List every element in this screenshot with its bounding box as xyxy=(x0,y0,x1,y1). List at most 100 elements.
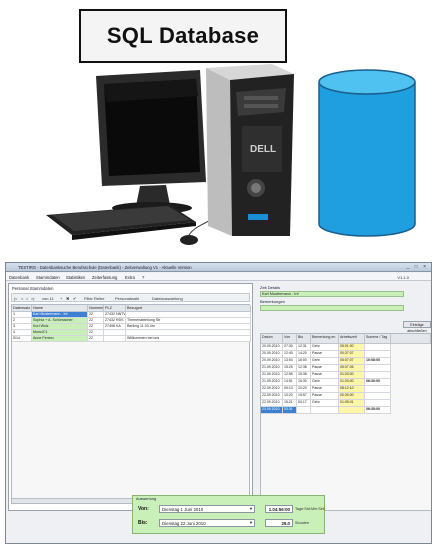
table-cell[interactable]: 06:07:07 xyxy=(339,358,365,365)
table-cell[interactable]: 12:40 xyxy=(283,351,297,358)
menu-help[interactable]: ? xyxy=(142,275,144,280)
last-record-button[interactable]: >| xyxy=(31,296,34,301)
table-cell[interactable]: 14:20 xyxy=(297,351,311,358)
table-cell[interactable]: 16:00 xyxy=(297,358,311,365)
next-record-button[interactable]: > xyxy=(26,296,28,301)
table-cell[interactable]: 22.09.2010 xyxy=(261,400,283,407)
table-cell[interactable] xyxy=(339,407,365,414)
column-header[interactable]: Bezugort xyxy=(126,305,251,312)
table-cell[interactable]: 07:30 xyxy=(283,344,297,351)
table-cell[interactable]: 14:51 xyxy=(283,379,297,386)
table-cell[interactable] xyxy=(365,351,391,358)
table-cell[interactable] xyxy=(104,336,126,342)
menu-datenbank[interactable]: Datenbank xyxy=(9,275,29,280)
add-record-icon[interactable]: + xyxy=(60,296,62,301)
menu-extra[interactable]: Extra xyxy=(125,275,135,280)
table-cell[interactable]: Pause xyxy=(311,365,339,372)
remarks-field[interactable] xyxy=(260,305,404,311)
prev-record-button[interactable]: < xyxy=(21,296,23,301)
table-cell[interactable]: 06:30:00 xyxy=(365,379,391,386)
close-entries-button[interactable]: Einträge abschließen xyxy=(403,321,431,333)
table-cell[interactable]: Pause xyxy=(311,386,339,393)
window-controls[interactable]: _ □ × xyxy=(407,264,429,270)
table-cell[interactable]: 05:01:00 xyxy=(339,344,365,351)
table-cell[interactable]: 10:20 xyxy=(297,386,311,393)
table-cell[interactable]: 21.09.2010 xyxy=(261,372,283,379)
table-cell[interactable]: 09:13 xyxy=(283,386,297,393)
employee-name-field[interactable]: Karl Mustermann - Inf xyxy=(260,291,404,297)
menu-statistiken[interactable]: Statistiken xyxy=(66,275,85,280)
personalwahl-button[interactable]: Personalwahl xyxy=(115,296,139,301)
chevron-down-icon[interactable]: ▼ xyxy=(249,520,253,525)
delete-record-icon[interactable]: ✖ xyxy=(66,296,69,301)
column-header[interactable]: Bemerkung en xyxy=(311,334,339,344)
table-cell[interactable]: 00:17 xyxy=(297,400,311,407)
table-cell[interactable]: 00:39:00 xyxy=(339,393,365,400)
table-cell[interactable]: 15:30 xyxy=(297,379,311,386)
column-header[interactable]: Summe / Tag xyxy=(365,334,391,344)
table-cell[interactable]: 22 xyxy=(88,336,104,342)
filter-row-button[interactable]: Filter Reihe xyxy=(84,296,104,301)
table-cell[interactable] xyxy=(311,407,339,414)
table-cell[interactable] xyxy=(297,407,311,414)
from-date-picker[interactable]: Dienstag 1 Juni 2010 xyxy=(159,505,255,513)
dateiauswahlung-button[interactable]: Dateiauswahlung xyxy=(152,296,183,301)
table-cell[interactable]: 05:07:06 xyxy=(339,365,365,372)
table-cell[interactable]: Pause xyxy=(311,351,339,358)
table-cell[interactable]: 03:31 xyxy=(283,407,297,414)
table-cell[interactable]: Gehr xyxy=(311,379,339,386)
column-header[interactable]: Bis xyxy=(297,334,311,344)
table-cell[interactable]: 5/14 xyxy=(12,336,32,342)
table-cell[interactable]: 23.09.2010 xyxy=(261,407,283,414)
table-cell[interactable]: 01:03:00 xyxy=(339,372,365,379)
table-cell[interactable] xyxy=(365,344,391,351)
column-header[interactable]: PLZ xyxy=(104,305,126,312)
table-cell[interactable]: 21.09.2010 xyxy=(261,379,283,386)
table-cell[interactable]: Gehr xyxy=(311,358,339,365)
table-cell[interactable]: Willkommen bei uns xyxy=(126,336,251,342)
table-cell[interactable]: 08:12:10 xyxy=(339,386,365,393)
table-cell[interactable]: 06:35:00 xyxy=(365,407,391,414)
table-cell[interactable]: 20.09.2010 xyxy=(261,351,283,358)
table-cell[interactable] xyxy=(365,372,391,379)
table-cell[interactable]: 01:05:01 xyxy=(339,400,365,407)
table-cell[interactable]: 15:38 xyxy=(297,372,311,379)
table-cell[interactable]: 12:38 xyxy=(297,365,311,372)
table-cell[interactable]: Gehr xyxy=(311,400,339,407)
table-cell[interactable]: 10:08:00 xyxy=(365,358,391,365)
save-record-icon[interactable]: ✔ xyxy=(73,296,76,301)
table-cell[interactable]: Gehr xyxy=(311,344,339,351)
menu-zeiterfassung[interactable]: Zeiterfassung xyxy=(92,275,117,280)
table-cell[interactable]: 15:57 xyxy=(297,393,311,400)
table-cell[interactable]: 15:25 xyxy=(283,365,297,372)
first-record-button[interactable]: |< xyxy=(14,296,17,301)
table-cell[interactable]: Pause xyxy=(311,372,339,379)
table-cell[interactable]: Anne Fenton xyxy=(32,336,88,342)
column-header[interactable]: Von xyxy=(283,334,297,344)
table-cell[interactable]: 00:37:07 xyxy=(339,351,365,358)
table-cell[interactable] xyxy=(365,393,391,400)
table-cell[interactable] xyxy=(365,400,391,407)
table-cell[interactable]: 12:55 xyxy=(283,372,297,379)
column-header[interactable]: Nummer xyxy=(88,305,104,312)
table-cell[interactable]: 21.09.2010 xyxy=(261,365,283,372)
to-date-picker[interactable]: Dienstag 22 Juni 2010 xyxy=(159,519,255,527)
table-cell[interactable]: Pause xyxy=(311,393,339,400)
table-cell[interactable]: 20.09.2010 xyxy=(261,344,283,351)
table-cell[interactable]: 13:54 xyxy=(283,358,297,365)
table-cell[interactable]: 15:21 xyxy=(283,400,297,407)
column-header[interactable]: Datum xyxy=(261,334,283,344)
table-cell[interactable]: 22.09.2010 xyxy=(261,386,283,393)
menu-stammdaten[interactable]: Stammdaten xyxy=(36,275,60,280)
table-cell[interactable]: 01:03:00 xyxy=(339,379,365,386)
table-cell[interactable] xyxy=(365,386,391,393)
table-cell[interactable]: 10:20 xyxy=(283,393,297,400)
window-titlebar[interactable]: TESTIRG - Datenbanksuche Berufsschule (D… xyxy=(6,263,431,272)
table-cell[interactable]: 12:31 xyxy=(297,344,311,351)
table-cell[interactable]: 20.09.2010 xyxy=(261,358,283,365)
chevron-down-icon[interactable]: ▼ xyxy=(249,506,253,511)
table-cell[interactable]: 22.09.2010 xyxy=(261,393,283,400)
column-header[interactable]: Arbeitszeit xyxy=(339,334,365,344)
column-header[interactable]: Datensatz xyxy=(12,305,32,312)
table-cell[interactable] xyxy=(365,365,391,372)
